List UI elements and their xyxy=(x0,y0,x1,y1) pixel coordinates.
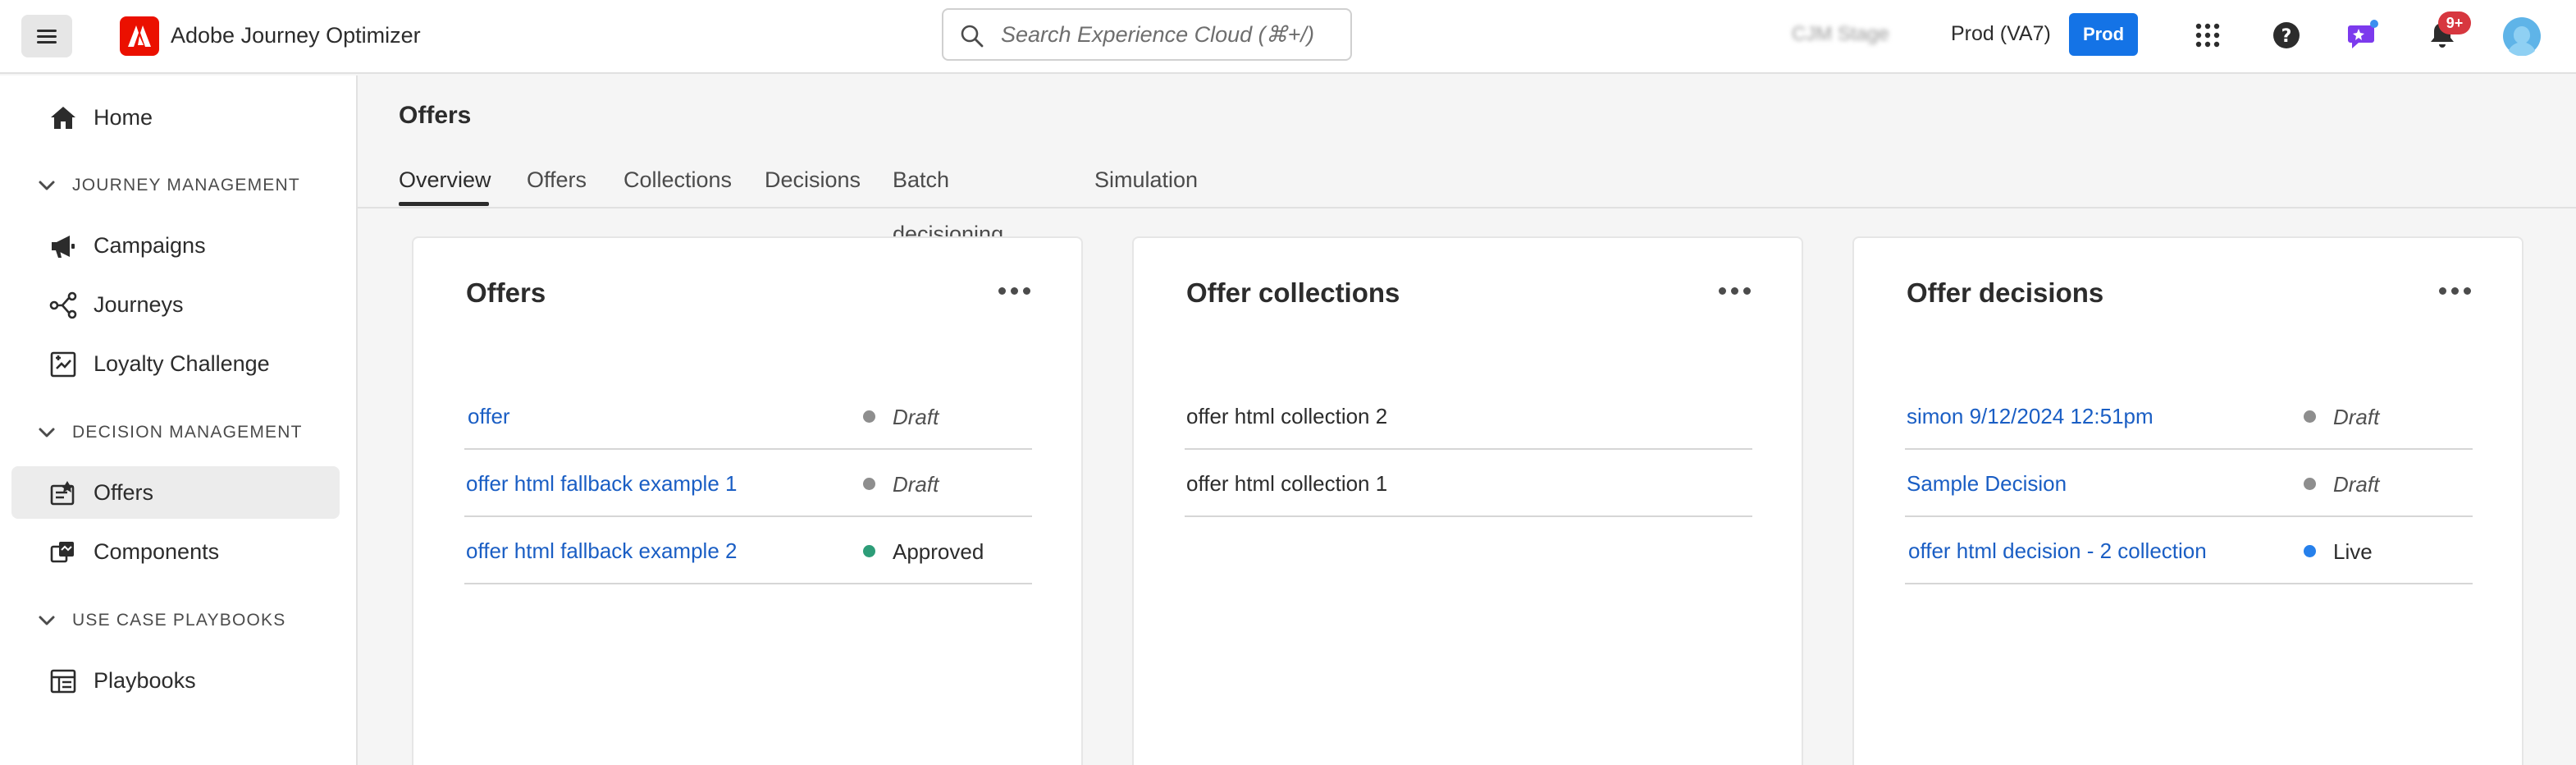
card-title: Offer collections xyxy=(1186,277,1400,308)
more-icon[interactable] xyxy=(1719,287,1751,295)
offer-link[interactable]: offer html fallback example 1 xyxy=(466,471,737,497)
megaphone-icon xyxy=(52,236,75,258)
tab-batch-decisioning[interactable]: Batch decisioning xyxy=(893,153,1003,246)
table-row: Sample Decision Draft xyxy=(1905,450,2473,517)
section-journey-management[interactable]: JOURNEY MANAGEMENT xyxy=(36,169,300,202)
tab-offers[interactable]: Offers xyxy=(527,153,587,205)
status-badge: Approved xyxy=(893,539,984,564)
section-use-case-playbooks[interactable]: USE CASE PLAYBOOKS xyxy=(36,604,285,637)
decision-link[interactable]: simon 9/12/2024 12:51pm xyxy=(1907,404,2154,429)
sidebar-item-journeys[interactable]: Journeys xyxy=(11,278,340,331)
hamburger-icon xyxy=(37,28,57,45)
status-dot xyxy=(863,410,875,423)
more-icon[interactable] xyxy=(2439,287,2471,295)
table-row: offer html fallback example 2 Approved xyxy=(464,517,1032,584)
sidebar-item-label: Home xyxy=(94,104,153,130)
sidebar-item-playbooks[interactable]: Playbooks xyxy=(11,654,340,707)
status-badge: Draft xyxy=(893,405,939,429)
search-input[interactable] xyxy=(1001,20,1337,49)
sidebar-item-campaigns[interactable]: Campaigns xyxy=(11,219,340,272)
status-dot xyxy=(2304,478,2316,490)
page-title: Offers xyxy=(399,102,472,129)
table-row: offer html collection 1 xyxy=(1185,450,1752,517)
notification-count-badge: 9+ xyxy=(2438,11,2471,34)
sidebar-item-components[interactable]: Components xyxy=(11,525,340,578)
offer-link[interactable]: offer xyxy=(468,404,510,429)
chevron-down-icon xyxy=(39,181,55,190)
section-decision-management[interactable]: DECISION MANAGEMENT xyxy=(36,416,303,449)
top-bar: Adobe Journey Optimizer CJM Stage Prod (… xyxy=(0,0,2576,74)
status-dot xyxy=(2304,545,2316,557)
sidebar-item-home[interactable]: Home xyxy=(11,91,340,144)
table-row: offer html decision - 2 collection Live xyxy=(1905,517,2473,584)
offer-collections-card: Offer collections offer html collection … xyxy=(1132,236,1803,765)
table-row: offer html fallback example 1 Draft xyxy=(464,450,1032,517)
card-title: Offers xyxy=(466,277,546,308)
sidebar-item-loyalty-challenge[interactable]: Loyalty Challenge xyxy=(11,337,340,390)
status-badge: Draft xyxy=(2333,472,2380,497)
feedback-icon[interactable] xyxy=(2346,18,2381,53)
home-icon xyxy=(51,107,75,129)
help-icon[interactable]: ? xyxy=(2269,18,2304,53)
tab-overview[interactable]: Overview xyxy=(399,153,491,205)
more-icon[interactable] xyxy=(998,287,1030,295)
tabs-divider xyxy=(358,207,2576,208)
avatar[interactable] xyxy=(2502,16,2542,56)
sidebar-item-label: Components xyxy=(94,538,220,564)
table-row: offer html collection 2 xyxy=(1185,382,1752,450)
svg-text:?: ? xyxy=(2281,26,2292,47)
org-name[interactable]: CJM Stage xyxy=(1792,23,1889,46)
offer-link[interactable]: offer html fallback example 2 xyxy=(466,538,737,564)
decision-link[interactable]: offer html decision - 2 collection xyxy=(1908,538,2207,564)
collection-name[interactable]: offer html collection 2 xyxy=(1186,404,1387,429)
search-box[interactable] xyxy=(942,8,1352,61)
active-tab-indicator xyxy=(399,202,489,206)
status-dot xyxy=(2304,410,2316,423)
status-badge: Draft xyxy=(2333,405,2380,429)
status-badge: Live xyxy=(2333,539,2373,564)
loyalty-icon xyxy=(50,351,76,378)
table-row: simon 9/12/2024 12:51pm Draft xyxy=(1905,382,2473,450)
sidebar-item-label: Campaigns xyxy=(94,232,206,258)
sidebar-nav: Home JOURNEY MANAGEMENT Campaigns Journe… xyxy=(0,76,358,765)
journey-icon xyxy=(49,291,77,319)
table-row: offer Draft xyxy=(464,382,1032,450)
status-badge: Draft xyxy=(893,472,939,497)
section-label: USE CASE PLAYBOOKS xyxy=(72,611,286,630)
offers-icon xyxy=(50,481,75,506)
tab-collections[interactable]: Collections xyxy=(623,153,732,205)
offers-card: Offers offer Draft offer html fallback e… xyxy=(412,236,1083,765)
environment-badge: Prod xyxy=(2069,13,2138,56)
sidebar-item-label: Journeys xyxy=(94,291,184,317)
chevron-down-icon xyxy=(39,616,55,625)
chevron-down-icon xyxy=(39,428,55,437)
adobe-logo-icon[interactable] xyxy=(120,16,159,56)
components-icon xyxy=(50,542,74,563)
sidebar-item-label: Playbooks xyxy=(94,667,196,693)
search-icon xyxy=(961,25,984,48)
hamburger-menu-button[interactable] xyxy=(21,15,72,57)
sidebar-item-label: Loyalty Challenge xyxy=(94,350,270,376)
section-label: DECISION MANAGEMENT xyxy=(72,423,303,442)
status-dot xyxy=(863,478,875,490)
offer-decisions-card: Offer decisions simon 9/12/2024 12:51pm … xyxy=(1852,236,2523,765)
tab-simulation[interactable]: Simulation xyxy=(1094,153,1198,205)
tab-decisions[interactable]: Decisions xyxy=(765,153,861,205)
playbooks-icon xyxy=(50,669,76,694)
sidebar-item-offers[interactable]: Offers xyxy=(11,466,340,519)
app-title[interactable]: Adobe Journey Optimizer xyxy=(171,21,421,49)
card-title: Offer decisions xyxy=(1907,277,2104,308)
sandbox-switcher[interactable]: Prod (VA7) xyxy=(1951,22,2051,46)
apps-grid-icon[interactable] xyxy=(2190,18,2225,53)
decision-link[interactable]: Sample Decision xyxy=(1907,471,2067,497)
section-label: JOURNEY MANAGEMENT xyxy=(72,176,300,195)
status-dot xyxy=(863,545,875,557)
collection-name[interactable]: offer html collection 1 xyxy=(1186,471,1387,497)
sidebar-item-label: Offers xyxy=(94,479,154,505)
